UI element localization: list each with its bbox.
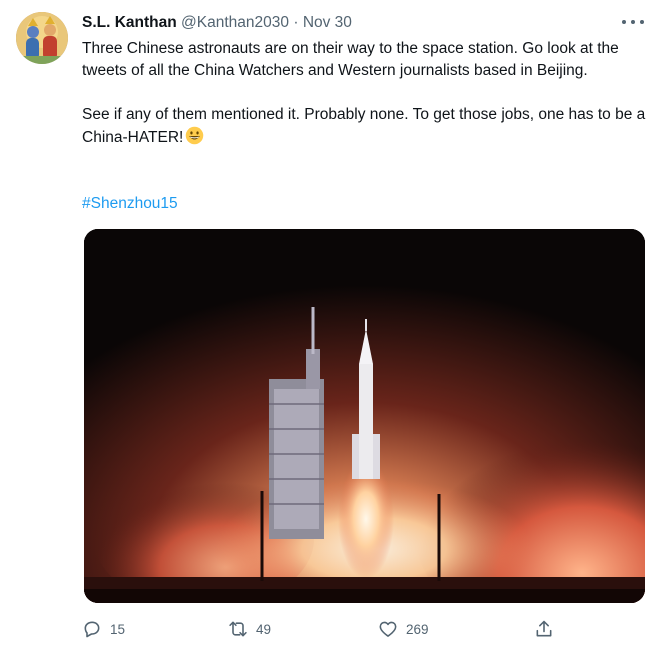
share-button[interactable] — [534, 616, 554, 642]
tweet-paragraph-1: Three Chinese astronauts are on their wa… — [82, 40, 619, 79]
reply-button[interactable]: 15 — [82, 616, 125, 642]
hashtag-link[interactable]: #Shenzhou15 — [82, 193, 178, 215]
like-count: 269 — [406, 621, 429, 637]
tweet-card: S.L. Kanthan @Kanthan2030 · Nov 30 Three… — [0, 0, 660, 656]
tweet-actions: 15 49 269 — [82, 616, 562, 642]
like-button[interactable]: 269 — [378, 616, 429, 642]
tweet-paragraph-2: See if any of them mentioned it. Probabl… — [82, 104, 647, 149]
avatar[interactable] — [16, 12, 68, 64]
retweet-icon — [229, 621, 247, 637]
grinning-face-emoji — [186, 126, 204, 145]
reply-icon — [84, 621, 100, 638]
more-horizontal-icon[interactable] — [622, 12, 644, 32]
heart-icon — [379, 621, 397, 637]
tweet-date[interactable]: Nov 30 — [303, 14, 352, 31]
tweet-paragraph-2-text: See if any of them mentioned it. Probabl… — [82, 106, 646, 146]
reply-count: 15 — [110, 621, 126, 637]
author-handle[interactable]: @Kanthan2030 — [181, 14, 289, 31]
tweet-header: S.L. Kanthan @Kanthan2030 · Nov 30 — [82, 13, 352, 33]
rocket-launch-image — [84, 229, 645, 603]
separator: · — [293, 14, 299, 31]
share-icon — [536, 620, 552, 637]
avatar-image — [16, 12, 68, 64]
author-name[interactable]: S.L. Kanthan — [82, 14, 177, 31]
retweet-count: 49 — [256, 621, 272, 637]
tweet-media[interactable] — [84, 229, 645, 603]
tweet-text: Three Chinese astronauts are on their wa… — [82, 38, 647, 149]
retweet-button[interactable]: 49 — [228, 616, 271, 642]
